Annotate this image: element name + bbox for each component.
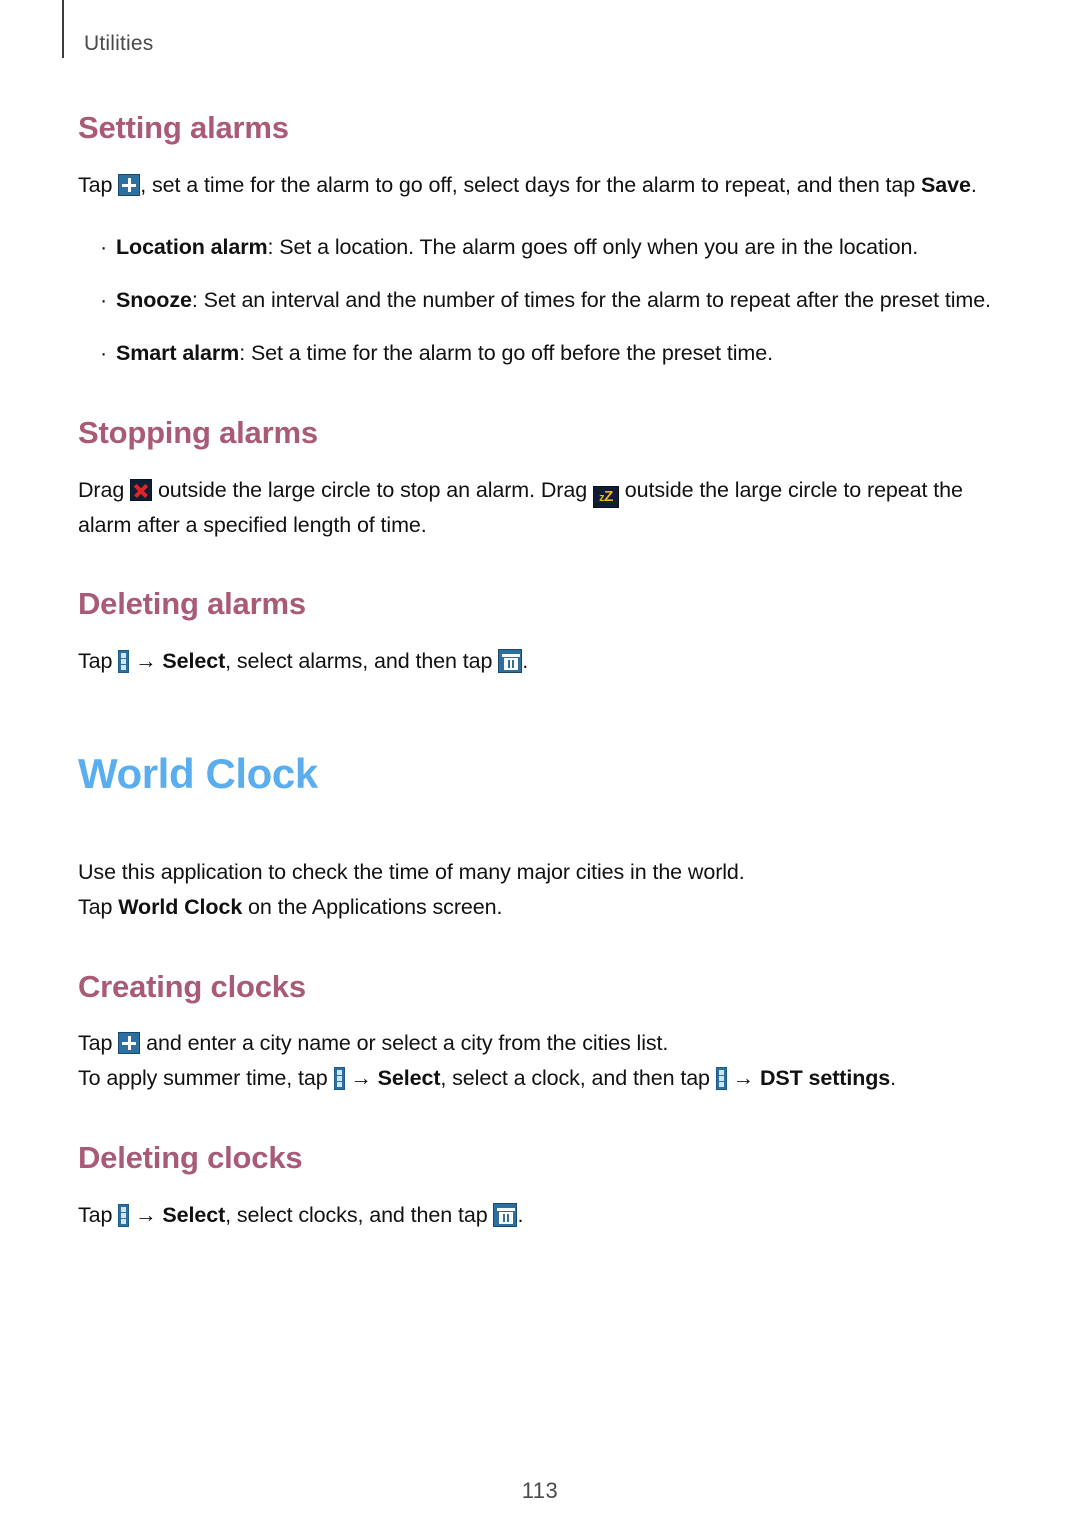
text-fragment: Tap bbox=[78, 172, 119, 197]
bold-dst-settings-label: DST settings bbox=[759, 1066, 891, 1091]
arrow-glyph: → bbox=[135, 1202, 157, 1227]
text-fragment: , select clocks, and then tap bbox=[225, 1202, 494, 1227]
bullet-dot: · bbox=[100, 341, 108, 366]
list-item: · Smart alarm: Set a time for the alarm t… bbox=[78, 336, 994, 371]
text-fragment: : bbox=[191, 288, 204, 313]
bold-select-label: Select bbox=[162, 1202, 226, 1227]
paragraph-stopping-alarms: Drag outside the large circle to stop an… bbox=[78, 473, 994, 543]
bullet-term: Location alarm bbox=[116, 235, 268, 260]
text-fragment: Tap bbox=[78, 649, 119, 674]
paragraph-setting-alarms: Tap , set a time for the alarm to go off… bbox=[78, 168, 994, 203]
text-fragment: . bbox=[970, 172, 977, 197]
page-content: Setting alarms Tap , set a time for the … bbox=[78, 110, 994, 1233]
paragraph-world-clock-launch: Tap World Clock on the Applications scre… bbox=[78, 890, 994, 925]
dismiss-x-icon[interactable] bbox=[130, 478, 153, 501]
trash-icon[interactable] bbox=[493, 1202, 518, 1227]
paragraph-creating-clocks-2: To apply summer time, tap → Select, sele… bbox=[78, 1061, 994, 1096]
heading-deleting-alarms: Deleting alarms bbox=[78, 586, 306, 622]
alarm-options-list: · Location alarm: Set a location. The ala… bbox=[78, 230, 994, 370]
paragraph-creating-clocks-1: Tap and enter a city name or select a ci… bbox=[78, 1026, 994, 1061]
text-fragment: Tap bbox=[78, 1202, 119, 1227]
list-item: · Location alarm: Set a location. The ala… bbox=[78, 230, 994, 265]
text-fragment: outside the large circle to stop an alar… bbox=[152, 477, 593, 502]
bullet-term: Smart alarm bbox=[116, 341, 240, 366]
bold-select-label: Select bbox=[377, 1066, 441, 1091]
arrow-glyph: → bbox=[135, 649, 157, 674]
text-fragment: : bbox=[267, 235, 280, 260]
bullet-text: Set an interval and the number of times … bbox=[203, 288, 991, 313]
bullet-term: Snooze bbox=[116, 288, 192, 313]
page-number: 113 bbox=[521, 1478, 559, 1503]
page-header: Utilities bbox=[0, 0, 1080, 70]
paragraph-deleting-alarms: Tap → Select, select alarms, and then ta… bbox=[78, 644, 994, 679]
paragraph-world-clock-intro: Use this application to check the time o… bbox=[78, 855, 994, 890]
bold-save-label: Save bbox=[921, 172, 971, 197]
arrow-glyph: → bbox=[350, 1066, 372, 1091]
bold-select-label: Select bbox=[162, 649, 226, 674]
text-fragment: Drag bbox=[78, 477, 131, 502]
more-options-icon[interactable] bbox=[118, 650, 130, 674]
text-fragment: : bbox=[239, 341, 251, 366]
bullet-dot: · bbox=[100, 288, 108, 313]
more-options-icon[interactable] bbox=[333, 1067, 345, 1091]
text-fragment: . bbox=[890, 1066, 897, 1091]
list-item: · Snooze: Set an interval and the number … bbox=[78, 283, 994, 318]
heading-setting-alarms: Setting alarms bbox=[78, 110, 289, 145]
text-fragment: Tap bbox=[78, 1031, 119, 1056]
bullet-text: Set a location. The alarm goes off only … bbox=[279, 235, 919, 260]
text-fragment: , select a clock, and then tap bbox=[440, 1066, 716, 1091]
bullet-text: Set a time for the alarm to go off befor… bbox=[250, 341, 773, 366]
trash-icon[interactable] bbox=[498, 649, 523, 674]
text-fragment: . bbox=[522, 649, 529, 674]
text-fragment: , select alarms, and then tap bbox=[225, 649, 499, 674]
more-options-icon[interactable] bbox=[715, 1067, 727, 1091]
more-options-icon[interactable] bbox=[118, 1203, 130, 1227]
app-title-world-clock: World Clock bbox=[78, 749, 318, 797]
header-divider-rule bbox=[62, 0, 64, 58]
plus-icon[interactable] bbox=[118, 173, 141, 196]
heading-stopping-alarms: Stopping alarms bbox=[78, 414, 318, 450]
arrow-glyph: → bbox=[732, 1066, 755, 1091]
text-fragment: To apply summer time, tap bbox=[78, 1066, 334, 1091]
heading-deleting-clocks: Deleting clocks bbox=[78, 1140, 303, 1176]
snooze-zz-icon[interactable]: zZ bbox=[592, 485, 619, 508]
bold-world-clock-label: World Clock bbox=[118, 894, 243, 919]
text-fragment: . bbox=[517, 1202, 524, 1227]
paragraph-deleting-clocks: Tap → Select, select clocks, and then ta… bbox=[78, 1198, 994, 1233]
text-fragment: and enter a city name or select a city f… bbox=[140, 1031, 669, 1056]
bullet-dot: · bbox=[100, 235, 108, 260]
text-fragment: on the Applications screen. bbox=[242, 894, 503, 919]
heading-creating-clocks: Creating clocks bbox=[78, 968, 306, 1004]
text-fragment: , set a time for the alarm to go off, se… bbox=[140, 172, 922, 197]
intro-line-1: Use this application to check the time o… bbox=[78, 860, 745, 885]
text-fragment: Tap bbox=[78, 894, 119, 919]
running-head-label: Utilities bbox=[84, 32, 154, 55]
plus-icon[interactable] bbox=[118, 1032, 141, 1055]
